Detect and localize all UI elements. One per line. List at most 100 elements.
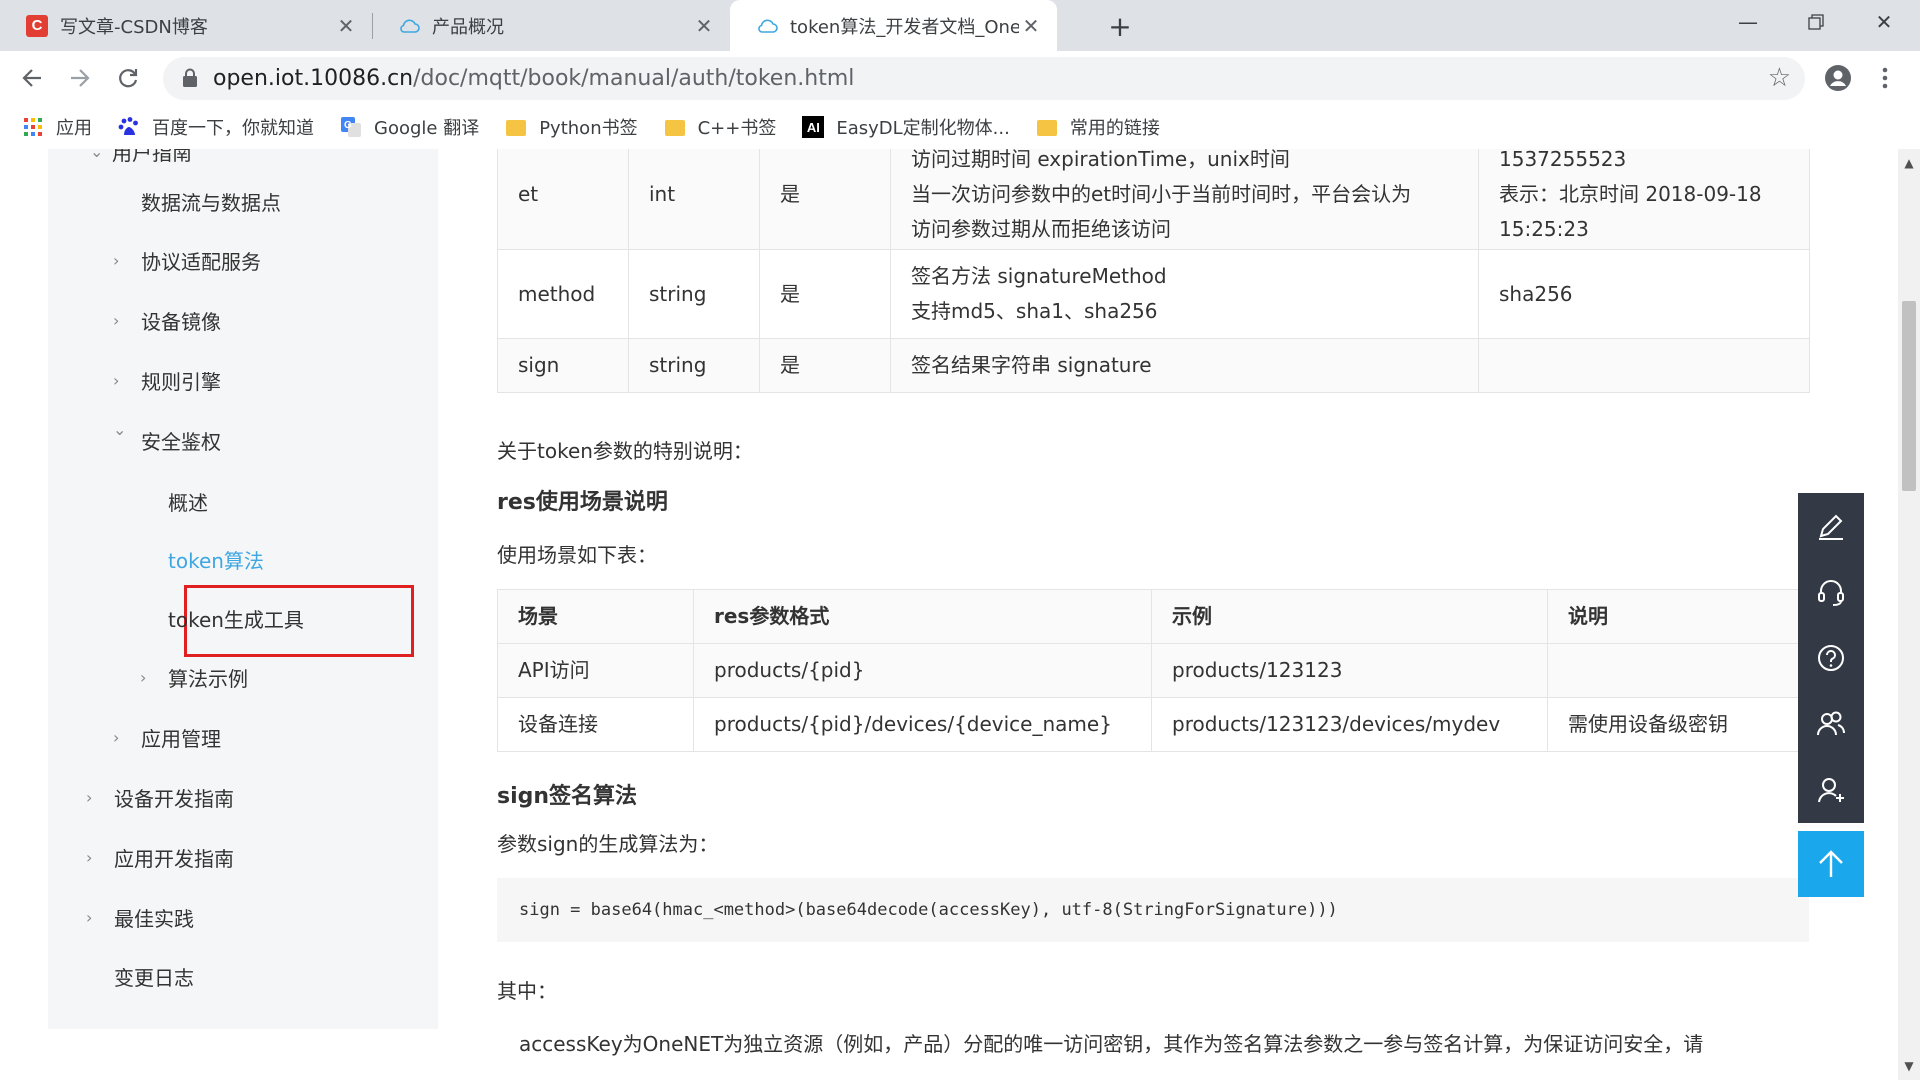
profile-avatar-icon[interactable] [1820, 60, 1856, 96]
res-scene-table: 场景 res参数格式 示例 说明 API访问 products/{pid} pr… [497, 589, 1810, 752]
tab-title: 写文章-CSDN博客 [60, 16, 208, 38]
tab-product-overview[interactable]: 产品概况 ✕ [372, 0, 730, 51]
bookmark-easydl[interactable]: AI EasyDL定制化物体... [802, 114, 1010, 140]
bookmark-google-translate[interactable]: G Google 翻译 [340, 114, 479, 140]
chevron-down-icon: ⌄ [90, 149, 104, 161]
bookmark-star-icon[interactable]: ☆ [1768, 63, 1791, 93]
sign-intro-text: 参数sign的生成算法为： [497, 832, 719, 856]
forward-arrow-icon[interactable] [62, 60, 98, 96]
column-header: res参数格式 [693, 589, 1152, 644]
scroll-down-arrow-icon[interactable]: ▼ [1898, 1056, 1920, 1076]
tab-csdn[interactable]: C 写文章-CSDN博客 ✕ [0, 0, 372, 51]
chevron-right-icon: › [113, 311, 120, 330]
sidebar-item-datastream[interactable]: 数据流与数据点 [141, 187, 281, 216]
scroll-up-arrow-icon[interactable]: ▲ [1898, 153, 1920, 173]
sidebar-item-best-practice[interactable]: › 最佳实践 [86, 903, 194, 932]
param-example [1478, 338, 1810, 393]
sidebar-item-overview[interactable]: 概述 [168, 487, 208, 516]
minimize-icon[interactable]: — [1713, 0, 1783, 44]
community-users-icon[interactable] [1798, 691, 1864, 757]
table-cell [1547, 643, 1810, 698]
param-name: sign [497, 338, 629, 393]
sidebar-item-device-shadow[interactable]: › 设备镜像 [113, 306, 221, 335]
param-example: sha256 [1478, 249, 1810, 339]
param-name: method [497, 249, 629, 339]
bookmark-baidu[interactable]: 百度一下，你就知道 [118, 114, 314, 140]
param-required: 是 [759, 249, 891, 339]
svg-text:G: G [344, 120, 352, 131]
sidebar-item-token-tool[interactable]: token生成工具 [168, 604, 304, 633]
page-scrollbar[interactable]: ▲ ▼ [1898, 149, 1920, 1080]
ai-icon: AI [802, 116, 825, 138]
apps-grid-icon [22, 116, 44, 138]
chevron-down-icon: ⌄ [113, 420, 127, 439]
table-row: et int 是 访问过期时间 expirationTime，unix时间 当一… [497, 149, 1810, 250]
folder-icon [1036, 116, 1058, 138]
cloud-icon [398, 15, 420, 37]
sidebar-item-token-algorithm[interactable]: token算法 [168, 545, 264, 574]
param-example: 1537255523 表示：北京时间 2018-09-18 15:25:23 [1478, 149, 1810, 250]
page-viewport: ⌄ 用户指南 数据流与数据点 › 协议适配服务 › 设备镜像 › 规则引擎 ⌄ … [0, 149, 1898, 1080]
url-path: /doc/mqtt/book/manual/auth/token.html [413, 66, 855, 91]
sidebar-item-rule-engine[interactable]: › 规则引擎 [113, 366, 221, 395]
restore-icon[interactable] [1781, 0, 1851, 44]
menu-kebab-icon[interactable] [1867, 60, 1903, 96]
param-table: et int 是 访问过期时间 expirationTime，unix时间 当一… [497, 149, 1810, 393]
sidebar-item-device-dev-guide[interactable]: › 设备开发指南 [86, 783, 234, 812]
help-question-icon[interactable] [1798, 625, 1864, 691]
back-to-top-button[interactable] [1798, 831, 1864, 897]
table-row: API访问 products/{pid} products/123123 [497, 643, 1810, 698]
back-arrow-icon[interactable] [14, 60, 50, 96]
table-row: 设备连接 products/{pid}/devices/{device_name… [497, 697, 1810, 752]
close-tab-icon[interactable]: ✕ [334, 14, 358, 38]
tab-token-doc[interactable]: token算法_开发者文档_OneNET ✕ [730, 0, 1057, 51]
table-cell: products/{pid}/devices/{device_name} [693, 697, 1152, 752]
res-heading: res使用场景说明 [497, 490, 668, 515]
arrow-up-icon [1819, 850, 1843, 877]
res-intro-text: 使用场景如下表： [497, 543, 657, 567]
table-cell: API访问 [497, 643, 694, 698]
chevron-right-icon: › [140, 668, 147, 687]
param-type: string [628, 338, 760, 393]
folder-icon [664, 116, 686, 138]
bookmark-folder-cpp[interactable]: C++书签 [664, 114, 776, 140]
table-row: sign string 是 签名结果字符串 signature [497, 338, 1810, 393]
bookmark-label: 常用的链接 [1069, 118, 1160, 139]
sign-heading: sign签名算法 [497, 784, 638, 809]
lock-icon[interactable] [181, 68, 199, 88]
bookmark-folder-python[interactable]: Python书签 [505, 114, 638, 140]
sidebar-item-algorithm-example[interactable]: › 算法示例 [140, 663, 248, 692]
sidebar-item-user-guide[interactable]: ⌄ 用户指南 [90, 149, 192, 166]
param-desc: 访问过期时间 expirationTime，unix时间 当一次访问参数中的et… [890, 149, 1479, 250]
address-bar[interactable]: open.iot.10086.cn/doc/mqtt/book/manual/a… [163, 57, 1805, 100]
bookmark-label: EasyDL定制化物体... [836, 118, 1010, 139]
floating-toolbar [1798, 493, 1864, 823]
sidebar-item-security-auth[interactable]: ⌄ 安全鉴权 [113, 420, 221, 455]
bookmark-folder-links[interactable]: 常用的链接 [1036, 114, 1160, 140]
sidebar-item-protocol-adapter[interactable]: › 协议适配服务 [113, 246, 261, 275]
sidebar-item-changelog[interactable]: 变更日志 [114, 962, 194, 991]
chevron-right-icon: › [86, 788, 93, 807]
add-user-icon[interactable] [1798, 757, 1864, 823]
headset-support-icon[interactable] [1798, 559, 1864, 625]
scrollbar-thumb[interactable] [1902, 301, 1916, 491]
bookmarks-bar: 应用 百度一下，你就知道 G Google 翻译 Python书签 C++书签 … [0, 105, 1920, 149]
sidebar-item-app-management[interactable]: › 应用管理 [113, 723, 221, 752]
new-tab-plus-icon[interactable]: + [1104, 10, 1136, 43]
reload-icon[interactable] [110, 60, 146, 96]
column-header: 说明 [1547, 589, 1810, 644]
window-close-icon[interactable]: ✕ [1849, 0, 1919, 44]
sidebar-item-app-dev-guide[interactable]: › 应用开发指南 [86, 843, 234, 872]
param-desc: 签名结果字符串 signature [890, 338, 1479, 393]
chevron-right-icon: › [113, 251, 120, 270]
close-tab-icon[interactable]: ✕ [1019, 14, 1043, 38]
url-text[interactable]: open.iot.10086.cn/doc/mqtt/book/manual/a… [213, 66, 854, 91]
bullet-text: • accessKey为OneNET为独立资源（例如，产品）分配的唯一访问密钥，… [519, 1032, 1704, 1056]
bookmark-label: 应用 [56, 118, 92, 139]
close-tab-icon[interactable]: ✕ [692, 14, 716, 38]
token-note-text: 关于token参数的特别说明： [497, 439, 753, 463]
bookmark-apps[interactable]: 应用 [22, 114, 92, 140]
bookmark-label: Python书签 [539, 118, 638, 139]
edit-pen-icon[interactable] [1798, 493, 1864, 559]
csdn-logo-icon: C [26, 14, 48, 37]
